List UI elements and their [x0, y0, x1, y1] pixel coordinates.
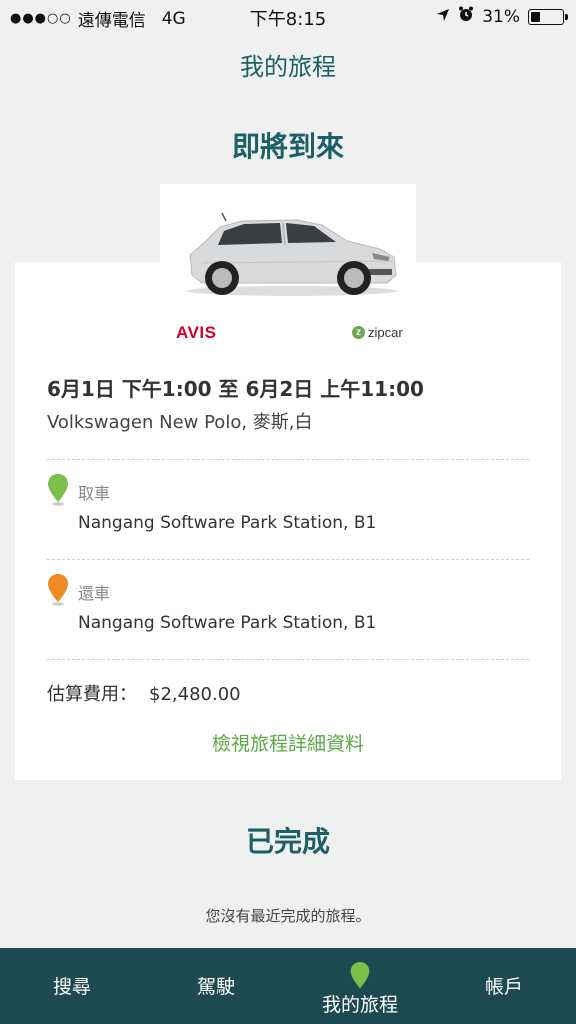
divider	[47, 659, 529, 660]
car-description: Volkswagen New Polo, 麥斯,白	[47, 412, 313, 433]
battery-level	[531, 11, 540, 22]
page-title: 我的旅程	[240, 53, 336, 81]
zipcar-logo: z zipcar	[352, 325, 403, 340]
pickup-pin-icon	[48, 474, 68, 506]
tab-bar: 搜尋 駕駛 我的旅程 帳戶	[0, 948, 576, 1024]
empty-completed-message: 您沒有最近完成的旅程。	[205, 907, 371, 925]
completed-section-title: 已完成	[245, 825, 330, 858]
alarm-icon	[458, 6, 474, 27]
tab-account-label: 帳戶	[484, 976, 523, 998]
zipcar-logo-icon: z	[352, 326, 365, 339]
estimated-cost-value: $2,480.00	[149, 684, 241, 705]
tab-drive[interactable]: 駕駛	[144, 948, 288, 1024]
estimated-cost: 估算費用： $2,480.00	[47, 680, 241, 706]
pickup-location: Nangang Software Park Station, B1	[78, 513, 377, 533]
zipcar-logo-text: zipcar	[368, 325, 403, 340]
estimated-cost-label: 估算費用：	[47, 684, 137, 705]
divider	[47, 559, 529, 560]
battery-percent: 31%	[482, 6, 520, 27]
divider	[47, 459, 529, 460]
battery-icon	[528, 8, 568, 25]
status-bar: ●●●○○ 遠傳電信 4G 下午8:15 31%	[0, 0, 576, 34]
tab-my-trips-label: 我的旅程	[321, 994, 398, 1016]
tab-account[interactable]: 帳戶	[432, 948, 576, 1024]
avis-logo: AVIS	[176, 323, 217, 342]
map-pin-icon	[350, 962, 370, 989]
pickup-label: 取車	[78, 484, 111, 503]
return-pin-icon	[48, 574, 68, 606]
location-arrow-icon	[436, 7, 450, 27]
return-label: 還車	[78, 584, 111, 603]
return-location: Nangang Software Park Station, B1	[78, 613, 377, 633]
trip-datetime: 6月1日 下午1:00 至 6月2日 上午11:00	[47, 377, 424, 401]
upcoming-section-title: 即將到來	[231, 130, 344, 163]
tab-my-trips[interactable]: 我的旅程	[288, 948, 432, 1024]
tab-drive-label: 駕駛	[196, 976, 235, 998]
tab-search-label: 搜尋	[52, 976, 91, 998]
view-trip-details-link[interactable]: 檢視旅程詳細資料	[0, 729, 576, 756]
tab-search[interactable]: 搜尋	[0, 948, 144, 1024]
car-image	[187, 212, 397, 296]
